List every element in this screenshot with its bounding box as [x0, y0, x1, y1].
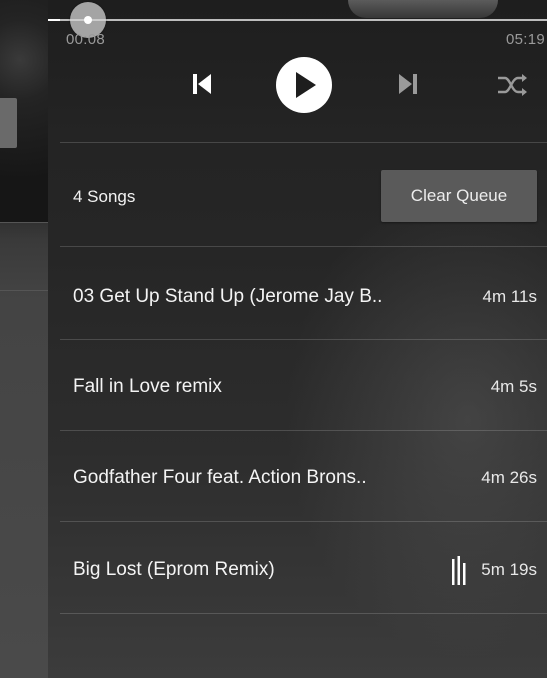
background-divider [0, 222, 48, 223]
play-icon [296, 72, 316, 98]
skip-previous-icon [193, 74, 211, 94]
seek-bar-progress [48, 19, 60, 21]
track-duration: 4m 26s [481, 468, 537, 487]
now-playing-panel: 00:08 05:19 4 Songs Clear Queue 03 Get U… [48, 0, 547, 678]
queue-track-row[interactable]: 03 Get Up Stand Up (Jerome Jay B.. 4m 11… [60, 252, 547, 342]
track-duration: 4m 11s [482, 287, 538, 306]
music-player-screen: 00:08 05:19 4 Songs Clear Queue 03 Get U… [0, 0, 547, 678]
previous-button[interactable] [186, 67, 218, 101]
divider [60, 521, 547, 522]
next-button[interactable] [392, 67, 424, 101]
album-art-peek [348, 0, 498, 18]
now-playing-equalizer-icon [452, 556, 466, 585]
track-title: Fall in Love remix [73, 376, 222, 397]
shuffle-icon [498, 74, 527, 96]
divider [60, 430, 547, 431]
divider [60, 339, 547, 340]
background-tab [0, 98, 17, 148]
track-title: Big Lost (Eprom Remix) [73, 559, 275, 580]
track-duration: 5m 19s [481, 560, 537, 579]
total-time: 05:19 [505, 31, 545, 48]
track-title: 03 Get Up Stand Up (Jerome Jay B.. [73, 286, 383, 307]
clear-queue-button[interactable]: Clear Queue [381, 170, 537, 222]
play-button[interactable] [276, 57, 332, 113]
divider [60, 613, 547, 614]
elapsed-time: 00:08 [66, 31, 106, 48]
seek-bar[interactable] [48, 19, 547, 21]
queue-track-row[interactable]: Big Lost (Eprom Remix) 5m 19s [60, 525, 547, 615]
track-duration: 4m 5s [490, 377, 537, 396]
skip-next-icon [399, 74, 417, 94]
queue-track-row[interactable]: Godfather Four feat. Action Brons.. 4m 2… [60, 433, 547, 523]
background-divider [0, 290, 48, 291]
queue-track-row[interactable]: Fall in Love remix 4m 5s [60, 342, 547, 432]
shuffle-button[interactable] [494, 70, 530, 100]
background-app-strip [0, 0, 48, 678]
song-count: 4 Songs [73, 187, 136, 206]
divider [60, 142, 547, 143]
divider [60, 246, 547, 247]
track-title: Godfather Four feat. Action Brons.. [73, 467, 367, 488]
